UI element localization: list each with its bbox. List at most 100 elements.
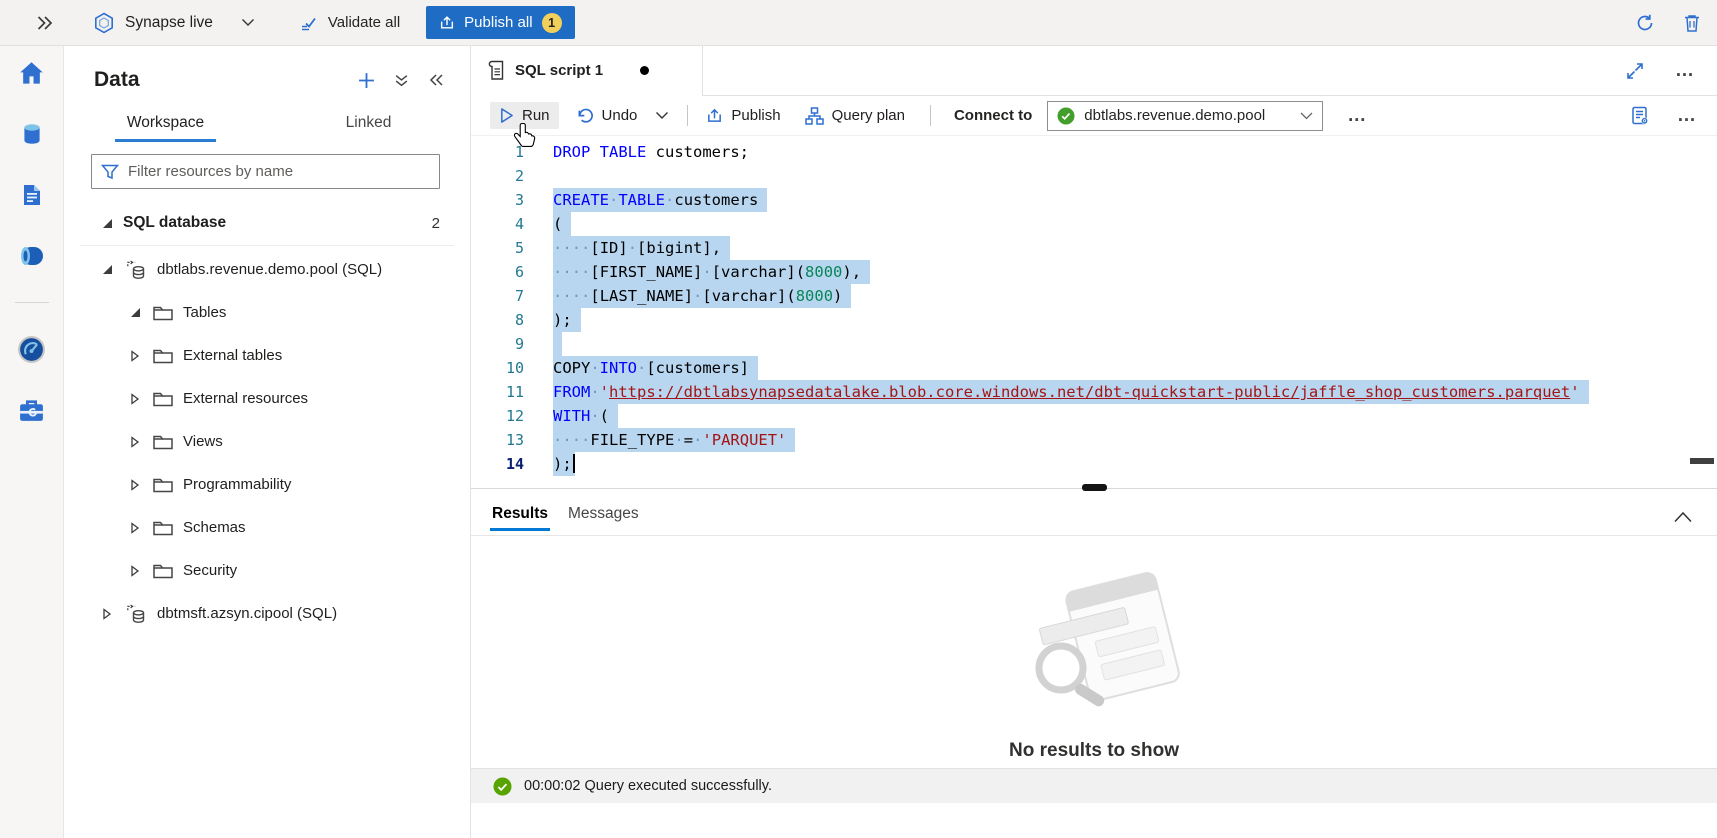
add-resource-icon[interactable] [358, 72, 375, 89]
collapse-results-chevron-icon[interactable] [1673, 511, 1693, 523]
database-icon [125, 260, 147, 280]
collapse-panel-icon[interactable] [428, 73, 444, 87]
tree-item-external-resources[interactable]: External resources [64, 377, 470, 420]
run-button[interactable]: Run [490, 102, 559, 129]
no-results-illustration [999, 570, 1189, 720]
folder-icon [153, 305, 173, 321]
line-text: WITH·( [553, 404, 618, 428]
nav-data-icon[interactable] [15, 119, 49, 149]
tab-workspace[interactable]: Workspace [64, 106, 267, 148]
code-line[interactable]: 11FROM·'https://dbtlabsynapsedatalake.bl… [471, 380, 1717, 404]
view-settings-icon[interactable] [1629, 105, 1651, 127]
code-line[interactable]: 10COPY·INTO·[customers] [471, 356, 1717, 380]
code-line[interactable]: 4( [471, 212, 1717, 236]
expand-twisty-icon[interactable] [128, 522, 142, 534]
mode-selector[interactable]: Synapse live [93, 12, 255, 34]
sql-code-editor[interactable]: 1DROP TABLE customers;23CREATE·TABLE·cus… [471, 136, 1717, 488]
nav-develop-icon[interactable] [15, 180, 49, 210]
tree-item-tables[interactable]: Tables [64, 291, 470, 334]
line-text: FROM·'https://dbtlabsynapsedatalake.blob… [553, 380, 1589, 404]
line-number: 14 [471, 452, 524, 476]
nav-home-icon[interactable] [15, 58, 49, 88]
tree-header-sql-database[interactable]: SQL database 2 [64, 203, 470, 243]
expand-twisty-icon[interactable] [128, 479, 142, 491]
code-line[interactable]: 12 WITH·( [471, 404, 1717, 428]
expand-twisty-icon[interactable] [128, 436, 142, 448]
tab-results[interactable]: Results [482, 505, 558, 535]
discard-trash-icon[interactable] [1683, 13, 1701, 33]
code-line[interactable]: 6····[FIRST_NAME]·[varchar](8000), [471, 260, 1717, 284]
toolbar-more-icon[interactable]: … [1677, 111, 1697, 121]
line-number: 8 [471, 308, 524, 332]
code-line[interactable]: 8); [471, 308, 1717, 332]
expand-twisty-icon[interactable] [100, 608, 114, 620]
line-text [553, 332, 562, 356]
tree-item-dbtmsft-azsyn-cipool-sql[interactable]: dbtmsft.azsyn.cipool (SQL) [64, 592, 470, 635]
code-line[interactable]: 9 [471, 332, 1717, 356]
line-text: ····[ID]·[bigint], [553, 236, 730, 260]
publish-button[interactable]: Publish [697, 102, 789, 129]
publish-icon [706, 107, 723, 124]
expand-twisty-icon[interactable] [128, 393, 142, 405]
code-line[interactable]: 1DROP TABLE customers; [471, 140, 1717, 164]
collapse-twisty-icon[interactable] [100, 264, 114, 275]
code-line[interactable]: 2 [471, 164, 1717, 188]
run-options-chevron[interactable] [646, 106, 678, 125]
tree-item-views[interactable]: Views [64, 420, 470, 463]
tree-item-dbtlabs-revenue-demo-pool-sql[interactable]: dbtlabs.revenue.demo.pool (SQL) [64, 248, 470, 291]
data-panel: Data Workspace Linked SQL database 2 [64, 46, 471, 838]
line-number: 9 [471, 332, 524, 356]
line-number: 12 [471, 404, 524, 428]
code-line[interactable]: 7····[LAST_NAME]·[varchar](8000) [471, 284, 1717, 308]
code-line[interactable]: 5····[ID]·[bigint], [471, 236, 1717, 260]
pool-select-value: dbtlabs.revenue.demo.pool [1084, 107, 1265, 124]
collapse-twisty-icon[interactable] [128, 307, 142, 318]
toolbar-divider [930, 105, 931, 126]
code-line[interactable]: 13····FILE_TYPE·=·'PARQUET' [471, 428, 1717, 452]
validate-all-button[interactable]: Validate all [299, 14, 400, 32]
code-line[interactable]: 14); [471, 452, 1717, 476]
tree-item-external-tables[interactable]: External tables [64, 334, 470, 377]
filter-resources-input[interactable] [91, 154, 440, 189]
tree-item-programmability[interactable]: Programmability [64, 463, 470, 506]
nav-monitor-icon[interactable] [15, 334, 49, 364]
left-nav-rail [0, 46, 64, 838]
chevron-down-icon[interactable] [241, 18, 255, 27]
pool-select-dropdown[interactable]: dbtlabs.revenue.demo.pool [1047, 101, 1323, 131]
tab-linked[interactable]: Linked [267, 106, 470, 148]
validate-all-label: Validate all [328, 14, 400, 31]
tree-item-label: External resources [183, 390, 308, 407]
tab-sql-script-1[interactable]: SQL script 1 [471, 46, 703, 96]
tree-item-security[interactable]: Security [64, 549, 470, 592]
nav-integrate-icon[interactable] [15, 241, 49, 271]
code-line[interactable]: 3CREATE·TABLE·customers [471, 188, 1717, 212]
nav-manage-icon[interactable] [15, 395, 49, 425]
expand-twisty-icon[interactable] [128, 565, 142, 577]
undo-button[interactable]: Undo [566, 102, 647, 130]
collapse-all-icon[interactable] [394, 73, 409, 88]
publish-all-label: Publish all [464, 14, 532, 31]
refresh-icon[interactable] [1635, 13, 1655, 33]
editor-toolbar: Run Undo Publish Query plan Connect to [471, 96, 1717, 136]
tree-item-label: Programmability [183, 476, 291, 493]
undo-label: Undo [602, 107, 638, 124]
expand-editor-icon[interactable] [1625, 61, 1645, 81]
folder-icon [153, 434, 173, 450]
line-number: 10 [471, 356, 524, 380]
publish-all-button[interactable]: Publish all 1 [426, 6, 574, 39]
line-text: ····[LAST_NAME]·[varchar](8000) [553, 284, 851, 308]
expand-twisty-icon[interactable] [128, 350, 142, 362]
query-plan-button[interactable]: Query plan [796, 102, 914, 130]
database-icon [125, 604, 147, 624]
tree-item-schemas[interactable]: Schemas [64, 506, 470, 549]
validate-check-icon [299, 14, 319, 32]
tab-messages[interactable]: Messages [558, 505, 649, 535]
tab-more-icon[interactable]: … [1675, 66, 1695, 76]
expand-panel-icon[interactable] [36, 15, 53, 31]
filter-funnel-icon [101, 164, 119, 180]
run-label: Run [522, 107, 550, 124]
publish-label: Publish [731, 107, 780, 124]
collapse-twisty-icon[interactable] [100, 218, 114, 229]
line-text: ····[FIRST_NAME]·[varchar](8000), [553, 260, 870, 284]
connect-more-icon[interactable]: … [1347, 111, 1367, 121]
